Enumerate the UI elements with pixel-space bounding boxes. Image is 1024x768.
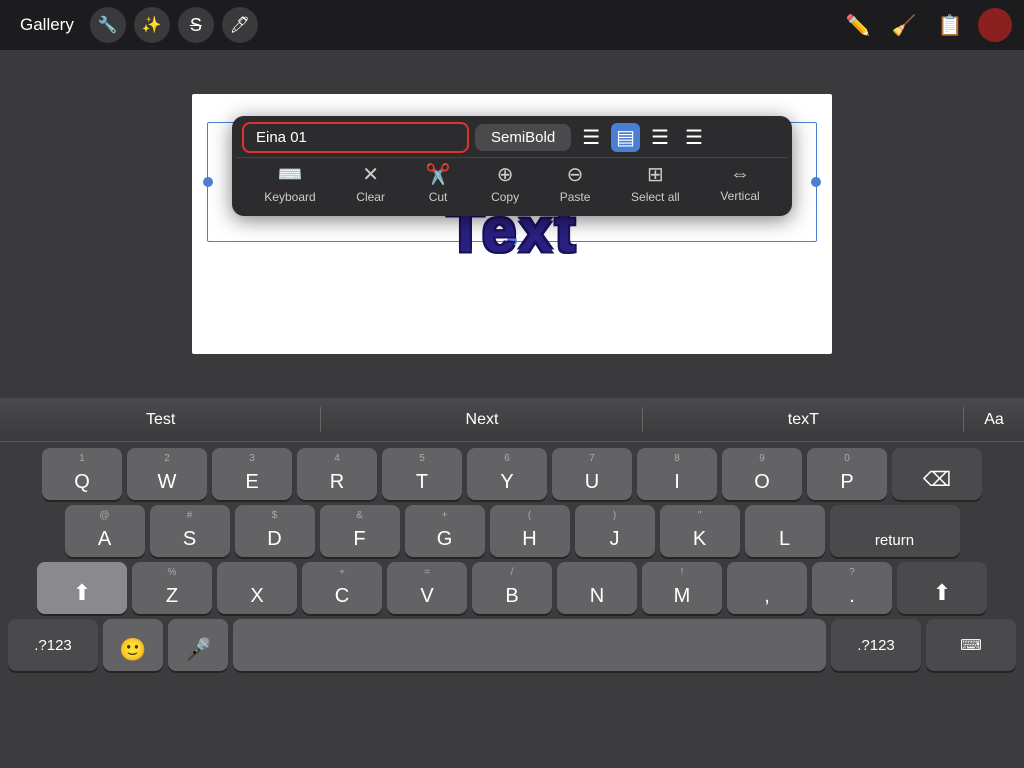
autocorrect-test[interactable]: Test (0, 398, 321, 441)
key-t[interactable]: 5T (382, 448, 462, 500)
canvas-area: SemiBold ☰ ▤ ☰ ☰ ⌨️ Keyboard ✕ Clear ✂️ … (0, 50, 1024, 398)
key-y[interactable]: 6Y (467, 448, 547, 500)
font-name-input[interactable] (242, 122, 469, 153)
popup-toolbar: SemiBold ☰ ▤ ☰ ☰ ⌨️ Keyboard ✕ Clear ✂️ … (232, 116, 792, 216)
eraser-tool-icon[interactable]: 🧹 (886, 7, 922, 43)
key-l[interactable]: L (745, 505, 825, 557)
key-m[interactable]: !M (642, 562, 722, 614)
key-b[interactable]: /B (472, 562, 552, 614)
avatar[interactable] (978, 8, 1012, 42)
key-return[interactable]: return (830, 505, 960, 557)
key-a[interactable]: @A (65, 505, 145, 557)
key-spacebar[interactable] (233, 619, 826, 671)
keyboard-action[interactable]: ⌨️ Keyboard (256, 160, 323, 206)
key-delete[interactable]: ⌫ (892, 448, 982, 500)
keyboard-label: Keyboard (264, 190, 315, 204)
key-e[interactable]: 3E (212, 448, 292, 500)
align-left-button[interactable]: ☰ (577, 123, 605, 152)
key-microphone[interactable]: 🎤 (168, 619, 228, 671)
cut-action[interactable]: ✂️ Cut (418, 160, 459, 206)
key-num123-left[interactable]: .?123 (8, 619, 98, 671)
popup-row1: SemiBold ☰ ▤ ☰ ☰ (236, 122, 788, 153)
popup-row2: ⌨️ Keyboard ✕ Clear ✂️ Cut ⊕ Copy ⊖ Pa (236, 157, 788, 210)
pencil-tool-icon[interactable]: ✏️ (840, 7, 876, 43)
key-emoji[interactable]: 🙂 (103, 619, 163, 671)
key-f[interactable]: &F (320, 505, 400, 557)
key-h[interactable]: (H (490, 505, 570, 557)
key-s[interactable]: #S (150, 505, 230, 557)
key-i[interactable]: 8I (637, 448, 717, 500)
key-shift-left[interactable]: ⬆ (37, 562, 127, 614)
clear-icon: ✕ (362, 162, 379, 187)
copy-action[interactable]: ⊕ Copy (483, 160, 527, 206)
key-row-3: ⬆ %Z X +C =V /B N !M , ?. ⬆ (4, 562, 1020, 614)
handle-left-center[interactable] (203, 177, 213, 187)
select-all-label: Select all (631, 190, 680, 204)
key-k[interactable]: "K (660, 505, 740, 557)
key-n[interactable]: N (557, 562, 637, 614)
paste-action[interactable]: ⊖ Paste (552, 160, 599, 206)
key-r[interactable]: 4R (297, 448, 377, 500)
align-justify-button[interactable]: ☰ (680, 123, 708, 152)
key-p[interactable]: 0P (807, 448, 887, 500)
handle-right-center[interactable] (811, 177, 821, 187)
top-bar: Gallery 🔧 ✨ S 🖊 ✏️ 🧹 📋 (0, 0, 1024, 50)
key-comma[interactable]: , (727, 562, 807, 614)
paste-icon: ⊖ (567, 162, 584, 187)
top-right-icons: ✏️ 🧹 📋 (840, 7, 1012, 43)
cut-icon: ✂️ (426, 162, 451, 187)
key-o[interactable]: 9O (722, 448, 802, 500)
vertical-action[interactable]: ⇔ Vertical (712, 161, 767, 205)
key-w[interactable]: 2W (127, 448, 207, 500)
strikethrough-icon-button[interactable]: S (178, 7, 214, 43)
select-all-action[interactable]: ⊞ Select all (623, 160, 688, 206)
paste-label: Paste (560, 190, 591, 204)
magic-icon-button[interactable]: ✨ (134, 7, 170, 43)
key-shift-right[interactable]: ⬆ (897, 562, 987, 614)
wrench-icon-button[interactable]: 🔧 (90, 7, 126, 43)
clear-action[interactable]: ✕ Clear (348, 160, 393, 206)
vertical-label: Vertical (720, 189, 759, 203)
autocorrect-text[interactable]: texT (643, 398, 964, 441)
keyboard-rows: 1Q 2W 3E 4R 5T 6Y 7U 8I 9O 0P ⌫ @A #S $D… (0, 442, 1024, 675)
select-all-icon: ⊞ (647, 162, 664, 187)
font-weight-button[interactable]: SemiBold (475, 124, 571, 151)
autocorrect-bar: Test Next texT Aa (0, 398, 1024, 442)
key-j[interactable]: )J (575, 505, 655, 557)
key-period[interactable]: ?. (812, 562, 892, 614)
key-v[interactable]: =V (387, 562, 467, 614)
align-center-button[interactable]: ▤ (611, 123, 640, 152)
clear-label: Clear (356, 190, 385, 204)
pen-icon-button[interactable]: 🖊 (222, 7, 258, 43)
key-q[interactable]: 1Q (42, 448, 122, 500)
key-row-2: @A #S $D &F +G (H )J "K L return (4, 505, 1020, 557)
keyboard-area: Test Next texT Aa 1Q 2W 3E 4R 5T 6Y 7U 8… (0, 398, 1024, 768)
copy-icon: ⊕ (497, 162, 514, 187)
key-u[interactable]: 7U (552, 448, 632, 500)
canvas-popup-wrapper: SemiBold ☰ ▤ ☰ ☰ ⌨️ Keyboard ✕ Clear ✂️ … (192, 94, 832, 354)
cut-label: Cut (429, 190, 448, 204)
copy-label: Copy (491, 190, 519, 204)
gallery-button[interactable]: Gallery (12, 11, 82, 39)
keyboard-icon: ⌨️ (278, 162, 303, 187)
key-row-1: 1Q 2W 3E 4R 5T 6Y 7U 8I 9O 0P ⌫ (4, 448, 1020, 500)
autocorrect-aa[interactable]: Aa (964, 411, 1024, 429)
key-d[interactable]: $D (235, 505, 315, 557)
align-right-button[interactable]: ☰ (646, 123, 674, 152)
key-row-bottom: .?123 🙂 🎤 .?123 ⌨ (4, 619, 1020, 671)
key-g[interactable]: +G (405, 505, 485, 557)
vertical-icon: ⇔ (730, 163, 750, 186)
layers-icon[interactable]: 📋 (932, 7, 968, 43)
key-z[interactable]: %Z (132, 562, 212, 614)
key-x[interactable]: X (217, 562, 297, 614)
key-c[interactable]: +C (302, 562, 382, 614)
key-keyboard-switch[interactable]: ⌨ (926, 619, 1016, 671)
autocorrect-next[interactable]: Next (321, 398, 642, 441)
key-num123-right[interactable]: .?123 (831, 619, 921, 671)
